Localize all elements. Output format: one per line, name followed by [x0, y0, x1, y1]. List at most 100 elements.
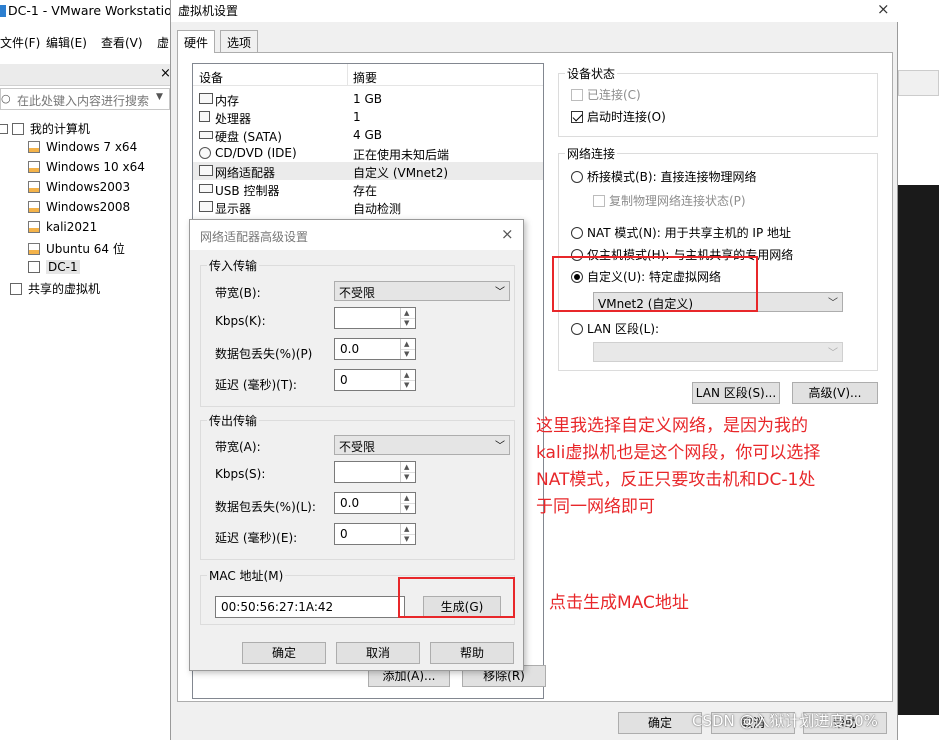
bridged-radio[interactable]: 桥接模式(B): 直接连接物理网络 — [571, 168, 756, 185]
outgoing-loss-stepper[interactable]: 0.0 ▲ ▼ — [334, 492, 416, 514]
annotation-generate-mac: 点击生成MAC地址 — [549, 593, 689, 613]
arrow-up-icon[interactable]: ▲ — [404, 494, 409, 502]
device-row-harddisk[interactable]: 硬盘 (SATA) 4 GB — [193, 126, 543, 144]
stepper-arrows[interactable]: ▲ ▼ — [400, 462, 415, 482]
tree-vm-ubuntu[interactable]: Ubuntu 64 位 — [28, 240, 125, 258]
radio-dot — [571, 227, 583, 239]
computer-icon — [11, 123, 24, 135]
cdrom-icon — [199, 147, 211, 159]
advanced-dialog-titlebar: 网络适配器高级设置 × — [190, 220, 523, 250]
vm-icon — [28, 243, 40, 255]
library-search-input[interactable]: ○ 在此处键入内容进行搜索 ▼ — [0, 88, 170, 110]
highlight-generate-button — [398, 577, 515, 618]
stepper-arrows[interactable]: ▲ ▼ — [400, 370, 415, 390]
tree-vm-windows2003[interactable]: Windows2003 — [28, 180, 130, 198]
menu-view[interactable]: 查看(V) — [101, 34, 143, 51]
column-device[interactable]: 设备 — [199, 69, 223, 86]
vmware-title: DC-1 - VMware Workstatio — [8, 3, 172, 18]
arrow-down-icon[interactable]: ▼ — [404, 535, 409, 543]
lan-segment-radio[interactable]: LAN 区段(L): — [571, 320, 659, 337]
network-icon — [199, 165, 213, 176]
incoming-latency-label: 延迟 (毫秒)(T): — [215, 378, 297, 392]
outgoing-legend: 传出传输 — [207, 412, 260, 429]
lan-segments-button[interactable]: LAN 区段(S)... — [692, 382, 780, 404]
tree-vm-windows10[interactable]: Windows 10 x64 — [28, 160, 145, 178]
arrow-up-icon[interactable]: ▲ — [404, 309, 409, 317]
tree-vm-kali[interactable]: kali2021 — [28, 220, 97, 238]
ok-button[interactable]: 确定 — [618, 712, 702, 734]
incoming-latency-stepper[interactable]: 0 ▲ ▼ — [334, 369, 416, 391]
outgoing-bandwidth-select[interactable]: 不受限 ﹀ — [334, 435, 510, 455]
search-dropdown-icon[interactable]: ▼ — [156, 92, 163, 102]
device-row-memory[interactable]: 内存 1 GB — [193, 90, 543, 108]
incoming-loss-stepper[interactable]: 0.0 ▲ ▼ — [334, 338, 416, 360]
menu-edit[interactable]: 编辑(E) — [46, 34, 87, 51]
arrow-up-icon[interactable]: ▲ — [404, 340, 409, 348]
close-icon[interactable]: × — [501, 225, 514, 243]
arrow-down-icon[interactable]: ▼ — [404, 504, 409, 512]
arrow-down-icon[interactable]: ▼ — [404, 319, 409, 327]
outgoing-kbps-label: Kbps(S): — [215, 467, 266, 481]
mac-legend: MAC 地址(M) — [207, 567, 286, 584]
annotation-line: kali虚拟机也是这个网段，你可以选择 — [536, 443, 821, 463]
advanced-help-button[interactable]: 帮助 — [430, 642, 514, 664]
search-placeholder: 在此处键入内容进行搜索 — [17, 94, 150, 108]
connected-checkbox[interactable]: 已连接(C) — [571, 86, 641, 103]
tree-my-computer[interactable]: 我的计算机 — [0, 120, 90, 138]
device-row-usb[interactable]: USB 控制器 存在 — [193, 180, 543, 198]
column-summary[interactable]: 摘要 — [353, 69, 377, 86]
network-connection-legend: 网络连接 — [565, 145, 618, 162]
tree-vm-windows7[interactable]: Windows 7 x64 — [28, 140, 137, 158]
outgoing-kbps-stepper[interactable]: ▲ ▼ — [334, 461, 416, 483]
advanced-button[interactable]: 高级(V)... — [792, 382, 878, 404]
vm-icon — [28, 201, 40, 213]
connect-at-power-on-checkbox[interactable]: 启动时连接(O) — [571, 108, 666, 125]
tab-options[interactable]: 选项 — [220, 30, 259, 52]
stepper-arrows[interactable]: ▲ ▼ — [400, 339, 415, 359]
tab-hardware[interactable]: 硬件 — [177, 30, 216, 53]
annotation-line: NAT模式，反正只要攻击机和DC-1处 — [536, 470, 816, 490]
advanced-ok-button[interactable]: 确定 — [242, 642, 326, 664]
close-icon[interactable]: × — [877, 0, 890, 18]
tree-vm-windows2008[interactable]: Windows2008 — [28, 200, 130, 218]
stepper-arrows[interactable]: ▲ ▼ — [400, 308, 415, 328]
highlight-custom-network — [552, 256, 758, 312]
tree-vm-dc1[interactable]: DC-1 — [28, 260, 80, 278]
arrow-up-icon[interactable]: ▲ — [404, 371, 409, 379]
outgoing-latency-stepper[interactable]: 0 ▲ ▼ — [334, 523, 416, 545]
vm-console-area — [898, 185, 939, 715]
nat-radio[interactable]: NAT 模式(N): 用于共享主机的 IP 地址 — [571, 224, 791, 241]
vmware-titlebar: DC-1 - VMware Workstatio — [0, 0, 180, 22]
menu-file[interactable]: 文件(F) — [0, 34, 40, 51]
stepper-arrows[interactable]: ▲ ▼ — [400, 524, 415, 544]
tree-shared-vms[interactable]: 共享的虚拟机 — [10, 280, 100, 298]
incoming-kbps-stepper[interactable]: ▲ ▼ — [334, 307, 416, 329]
tree-expander-icon[interactable] — [0, 124, 8, 134]
stepper-arrows[interactable]: ▲ ▼ — [400, 493, 415, 513]
arrow-up-icon[interactable]: ▲ — [404, 525, 409, 533]
device-row-network[interactable]: 网络适配器 自定义 (VMnet2) — [193, 162, 543, 180]
arrow-up-icon[interactable]: ▲ — [404, 463, 409, 471]
mac-address-input[interactable]: 00:50:56:27:1A:42 — [215, 596, 405, 618]
vmware-tab-fragment[interactable] — [898, 70, 939, 96]
chevron-down-icon: ﹀ — [828, 348, 838, 359]
outgoing-latency-label: 延迟 (毫秒)(E): — [215, 531, 298, 545]
outgoing-bandwidth-label: 带宽(A): — [215, 440, 261, 454]
csdn-watermark: CSDN @入狱计划进度50% — [692, 712, 878, 730]
arrow-down-icon[interactable]: ▼ — [404, 473, 409, 481]
device-row-display[interactable]: 显示器 自动检测 — [193, 198, 543, 216]
menu-vm[interactable]: 虚 — [157, 34, 169, 51]
chevron-down-icon: ﹀ — [495, 441, 505, 452]
advanced-cancel-button[interactable]: 取消 — [336, 642, 420, 664]
lan-segment-select[interactable]: ﹀ — [593, 342, 843, 362]
device-status-group: 设备状态 已连接(C) 启动时连接(O) — [558, 65, 878, 137]
arrow-down-icon[interactable]: ▼ — [404, 381, 409, 389]
arrow-down-icon[interactable]: ▼ — [404, 350, 409, 358]
incoming-bandwidth-select[interactable]: 不受限 ﹀ — [334, 281, 510, 301]
vmware-menubar: 文件(F) 编辑(E) 查看(V) 虚 — [0, 30, 175, 52]
device-row-processor[interactable]: 处理器 1 — [193, 108, 543, 126]
vm-icon — [28, 221, 40, 233]
replicate-state-checkbox[interactable]: 复制物理网络连接状态(P) — [593, 192, 746, 209]
device-row-cdrom[interactable]: CD/DVD (IDE) 正在使用未知后端 — [193, 144, 543, 162]
vm-icon — [28, 261, 40, 273]
